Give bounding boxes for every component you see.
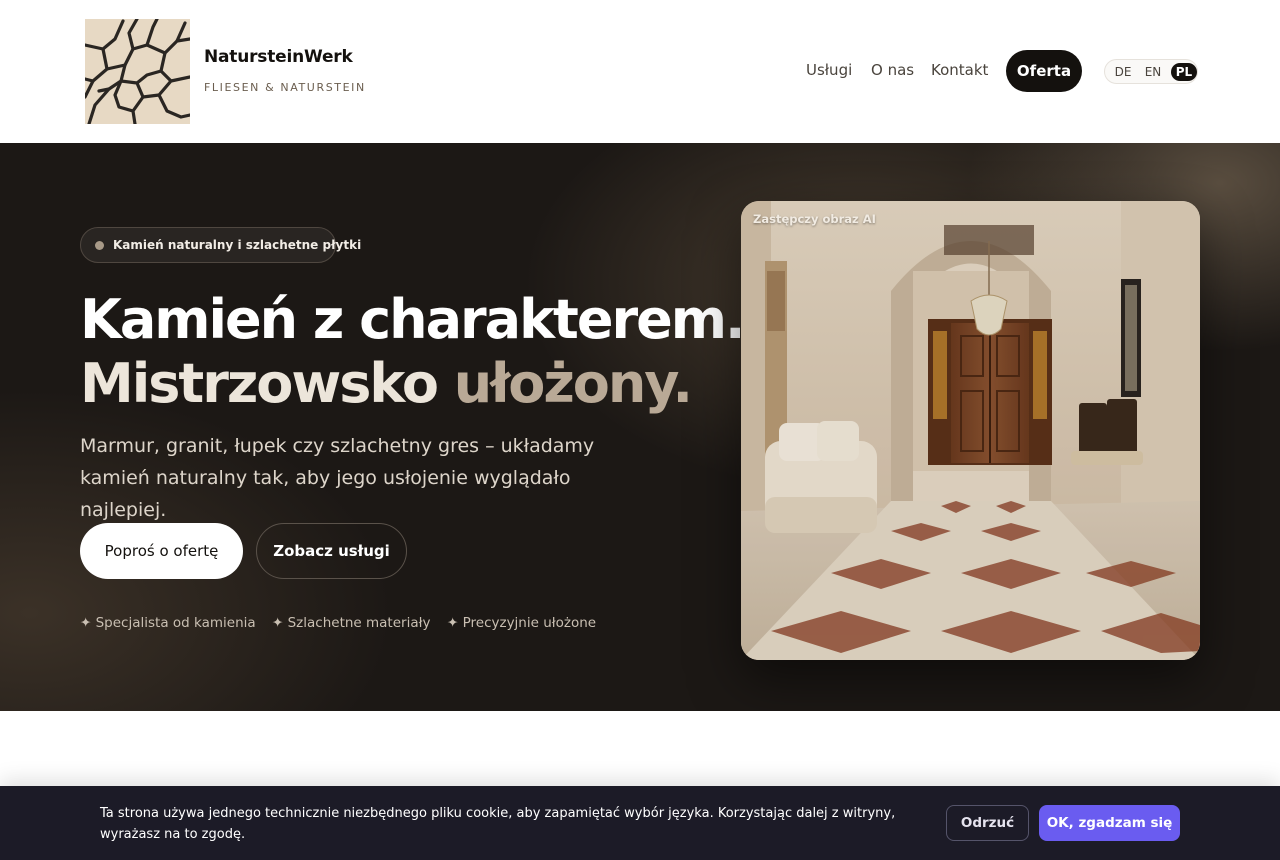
image-caption: Zastępczy obraz AI — [753, 212, 876, 226]
see-services-button[interactable]: Zobacz usługi — [256, 523, 407, 579]
cookie-consent-bar: Ta strona używa jednego technicznie niez… — [0, 786, 1280, 860]
cookie-message: Ta strona używa jednego technicznie niez… — [100, 806, 896, 842]
badge-label: Kamień naturalny i szlachetne płytki — [113, 238, 362, 252]
cracked-stone-logo-icon[interactable] — [85, 19, 190, 124]
request-offer-button[interactable]: Poproś o ofertę — [80, 523, 243, 579]
hero-title-accent: ułożony. — [453, 352, 693, 415]
nav-link-kontakt[interactable]: Kontakt — [931, 61, 988, 79]
hero-badge: Kamień naturalny i szlachetne płytki — [80, 227, 361, 263]
cookie-reject-button[interactable]: Odrzuć — [946, 805, 1029, 841]
language-pl-active[interactable]: PL — [1171, 63, 1197, 81]
badge-dot-icon — [95, 241, 104, 250]
brand-tagline: FLIESEN & NATURSTEIN — [204, 81, 366, 94]
nav-link-uslugi[interactable]: Usługi — [806, 61, 852, 79]
cookie-accept-button[interactable]: OK, zgadzam się — [1039, 805, 1180, 841]
hero-title-line-1: Kamień z charakterem. — [80, 288, 746, 351]
nav-link-o-nas[interactable]: O nas — [871, 61, 914, 79]
feature-item: ✦ Precyzyjnie ułożone — [447, 615, 597, 631]
feature-item: ✦ Szlachetne materiały — [272, 615, 431, 631]
brand-name[interactable]: NatursteinWerk — [204, 47, 353, 67]
language-en[interactable]: EN — [1141, 63, 1165, 81]
offer-button[interactable]: Oferta — [1006, 50, 1082, 92]
feature-item: ✦ Specjalista od kamienia — [80, 615, 256, 631]
hero-title-main: Mistrzowsko — [80, 352, 454, 415]
hero-title-line-2: Mistrzowsko ułożony. — [80, 357, 693, 411]
language-de[interactable]: DE — [1111, 63, 1135, 81]
site-header: NatursteinWerk FLIESEN & NATURSTEIN Usłu… — [0, 0, 1280, 143]
language-switcher: DE EN PL — [1104, 59, 1198, 84]
hero-section: Kamień naturalny i szlachetne płytki Kam… — [0, 143, 1280, 711]
hero-lead: Marmur, granit, łupek czy szlachetny gre… — [80, 435, 595, 521]
hero-image-hallway: Zastępczy obraz AI — [741, 201, 1200, 660]
